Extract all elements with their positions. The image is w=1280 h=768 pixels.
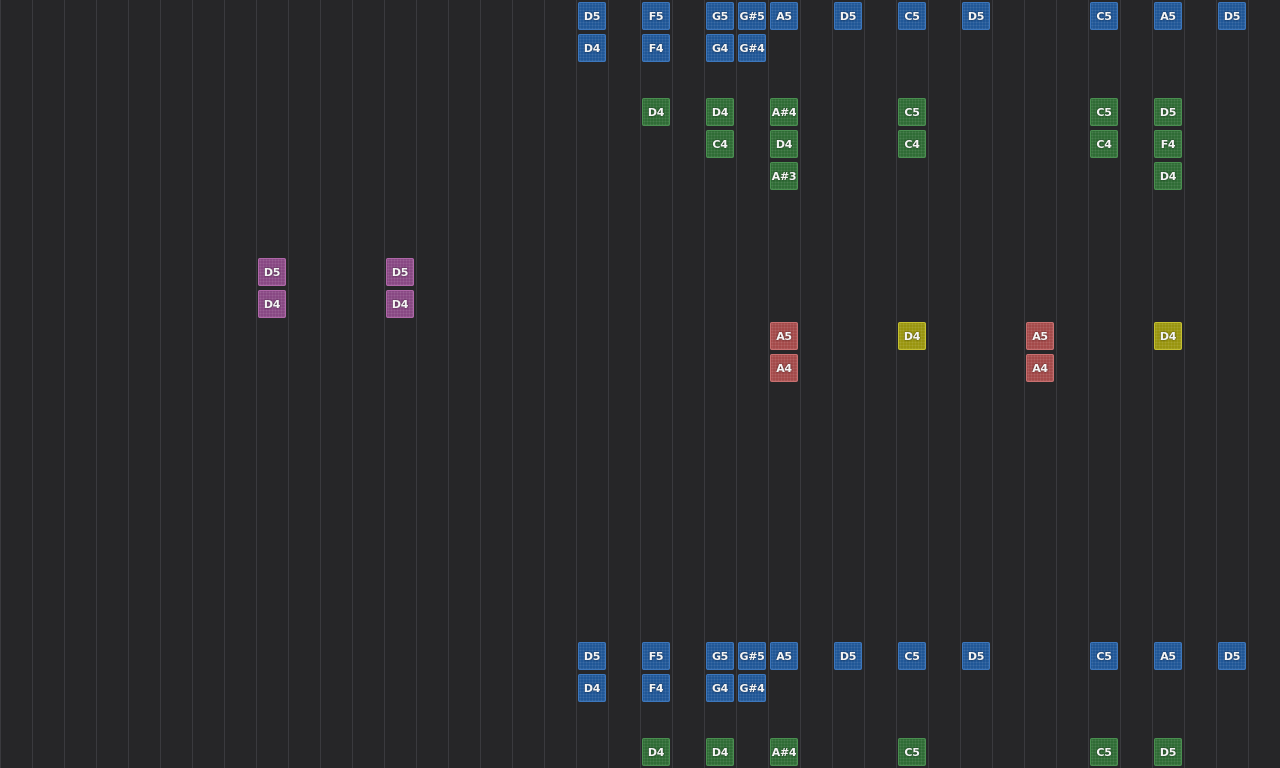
note-block[interactable]: G#5 bbox=[738, 2, 766, 30]
note-block[interactable]: C5 bbox=[1090, 738, 1118, 766]
note-block[interactable]: D4 bbox=[1154, 162, 1182, 190]
note-block[interactable]: F5 bbox=[642, 2, 670, 30]
note-block[interactable]: A#4 bbox=[770, 98, 798, 126]
note-block[interactable]: D5 bbox=[1154, 98, 1182, 126]
note-block[interactable]: G#4 bbox=[738, 674, 766, 702]
note-block[interactable]: G4 bbox=[706, 34, 734, 62]
note-block[interactable]: A5 bbox=[770, 2, 798, 30]
note-block[interactable]: G5 bbox=[706, 642, 734, 670]
note-block[interactable]: A#3 bbox=[770, 162, 798, 190]
note-block[interactable]: F4 bbox=[642, 34, 670, 62]
note-block[interactable]: A#4 bbox=[770, 738, 798, 766]
note-block[interactable]: G5 bbox=[706, 2, 734, 30]
note-block[interactable]: C4 bbox=[898, 130, 926, 158]
note-block[interactable]: C5 bbox=[898, 738, 926, 766]
note-block[interactable]: D5 bbox=[578, 642, 606, 670]
note-block[interactable]: A4 bbox=[1026, 354, 1054, 382]
note-block[interactable]: A5 bbox=[1154, 642, 1182, 670]
note-block[interactable]: D4 bbox=[578, 34, 606, 62]
note-block[interactable]: D5 bbox=[962, 642, 990, 670]
note-block[interactable]: D5 bbox=[578, 2, 606, 30]
note-block[interactable]: C5 bbox=[1090, 642, 1118, 670]
note-block[interactable]: D4 bbox=[642, 98, 670, 126]
note-block[interactable]: G#4 bbox=[738, 34, 766, 62]
note-block[interactable]: F4 bbox=[642, 674, 670, 702]
note-block[interactable]: C5 bbox=[1090, 2, 1118, 30]
note-block[interactable]: A5 bbox=[770, 642, 798, 670]
note-block[interactable]: G#5 bbox=[738, 642, 766, 670]
note-block[interactable]: D4 bbox=[706, 98, 734, 126]
note-block[interactable]: D5 bbox=[962, 2, 990, 30]
note-block[interactable]: D5 bbox=[834, 2, 862, 30]
note-block[interactable]: D4 bbox=[1154, 322, 1182, 350]
note-block[interactable]: D4 bbox=[898, 322, 926, 350]
note-block[interactable]: A5 bbox=[1154, 2, 1182, 30]
note-block[interactable]: C4 bbox=[706, 130, 734, 158]
note-block[interactable]: A5 bbox=[1026, 322, 1054, 350]
note-block[interactable]: D4 bbox=[578, 674, 606, 702]
note-block[interactable]: F5 bbox=[642, 642, 670, 670]
note-block[interactable]: D4 bbox=[770, 130, 798, 158]
note-block[interactable]: C5 bbox=[898, 98, 926, 126]
note-block[interactable]: G4 bbox=[706, 674, 734, 702]
note-block[interactable]: C4 bbox=[1090, 130, 1118, 158]
note-block[interactable]: C5 bbox=[898, 642, 926, 670]
note-block[interactable]: D5 bbox=[386, 258, 414, 286]
note-block[interactable]: A4 bbox=[770, 354, 798, 382]
note-block[interactable]: D4 bbox=[258, 290, 286, 318]
note-block[interactable]: D5 bbox=[258, 258, 286, 286]
note-grid[interactable]: D5 F5 G5 G#5 A5 D5 C5 D5 C5 A5 D5 D4 F4 G4 G#4 D4 D4 A#4 C… bbox=[0, 0, 1280, 768]
note-block[interactable]: D5 bbox=[1218, 2, 1246, 30]
note-block[interactable]: F4 bbox=[1154, 130, 1182, 158]
note-block[interactable]: D4 bbox=[386, 290, 414, 318]
note-block[interactable]: C5 bbox=[898, 2, 926, 30]
note-block[interactable]: D5 bbox=[834, 642, 862, 670]
note-block[interactable]: D5 bbox=[1218, 642, 1246, 670]
note-block[interactable]: D4 bbox=[706, 738, 734, 766]
note-block[interactable]: D5 bbox=[1154, 738, 1182, 766]
note-block[interactable]: A5 bbox=[770, 322, 798, 350]
note-block[interactable]: D4 bbox=[642, 738, 670, 766]
note-block[interactable]: C5 bbox=[1090, 98, 1118, 126]
